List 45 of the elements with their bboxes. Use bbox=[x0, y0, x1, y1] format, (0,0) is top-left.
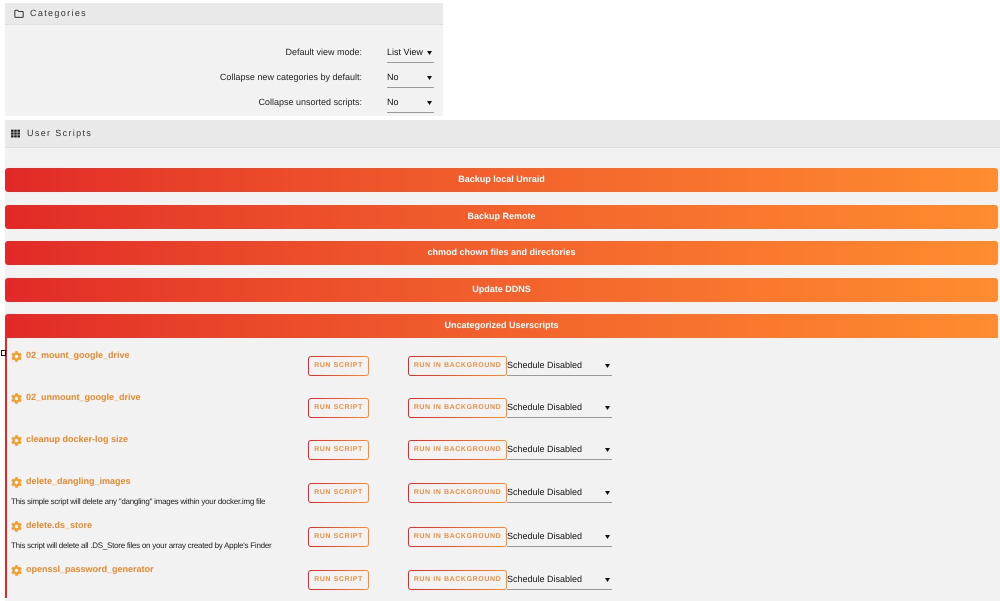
category-bar[interactable]: Uncategorized Userscripts bbox=[5, 314, 998, 338]
schedule-select[interactable]: Schedule Disabled bbox=[507, 356, 612, 376]
caret-down-icon bbox=[605, 364, 610, 368]
schedule-select[interactable]: Schedule Disabled bbox=[507, 483, 612, 503]
caret-down-icon bbox=[605, 406, 610, 410]
setting-label: Collapse new categories by default: bbox=[220, 70, 362, 84]
gear-icon[interactable] bbox=[11, 476, 22, 488]
caret-down-icon bbox=[605, 534, 610, 538]
caret-down-icon bbox=[427, 51, 432, 55]
schedule-select[interactable]: Schedule Disabled bbox=[507, 440, 612, 460]
dropdown-select[interactable]: No bbox=[387, 68, 434, 88]
schedule-select[interactable]: Schedule Disabled bbox=[507, 570, 612, 590]
square-outline-icon bbox=[1, 350, 6, 356]
script-description: This simple script will delete any "dangling" images within your docker.img file bbox=[11, 496, 266, 508]
schedule-select[interactable]: Schedule Disabled bbox=[507, 527, 612, 547]
category-bar[interactable]: Backup Remote bbox=[5, 204, 998, 228]
category-bar[interactable]: Backup local Unraid bbox=[5, 168, 998, 192]
caret-down-icon bbox=[427, 76, 432, 80]
script-name[interactable]: delete.ds_store bbox=[26, 519, 92, 533]
script-description: This script will delete all .DS_Store files on your array created by Apple's Finder bbox=[11, 540, 272, 552]
dropdown-select[interactable]: No bbox=[387, 92, 434, 112]
gear-icon[interactable] bbox=[11, 392, 22, 404]
panel-title: Categories bbox=[30, 6, 88, 20]
caret-down-icon bbox=[605, 448, 610, 452]
schedule-select[interactable]: Schedule Disabled bbox=[507, 398, 612, 418]
panel-title: User Scripts bbox=[27, 126, 92, 140]
gear-icon[interactable] bbox=[11, 350, 22, 362]
script-name[interactable]: 02_mount_google_drive bbox=[26, 349, 130, 363]
caret-down-icon bbox=[427, 101, 432, 105]
setting-label: Collapse unsorted scripts: bbox=[258, 96, 362, 109]
gear-icon[interactable] bbox=[11, 520, 22, 532]
folder-icon bbox=[14, 8, 24, 18]
script-name[interactable]: openssl_password_generator bbox=[26, 563, 154, 577]
script-name[interactable]: cleanup docker-log size bbox=[26, 433, 128, 447]
gear-icon[interactable] bbox=[11, 434, 22, 446]
script-name[interactable]: delete_dangling_images bbox=[26, 475, 131, 489]
caret-down-icon bbox=[605, 578, 610, 582]
caret-down-icon bbox=[605, 490, 610, 494]
grid-icon bbox=[11, 129, 20, 138]
script-name[interactable]: 02_unmount_google_drive bbox=[26, 391, 141, 405]
category-bar[interactable]: chmod chown files and directories bbox=[5, 241, 998, 265]
setting-label: Default view mode: bbox=[285, 46, 362, 59]
gear-icon[interactable] bbox=[11, 564, 22, 576]
category-bar[interactable]: Update DDNS bbox=[5, 278, 998, 302]
dropdown-select[interactable]: List View bbox=[387, 42, 434, 62]
